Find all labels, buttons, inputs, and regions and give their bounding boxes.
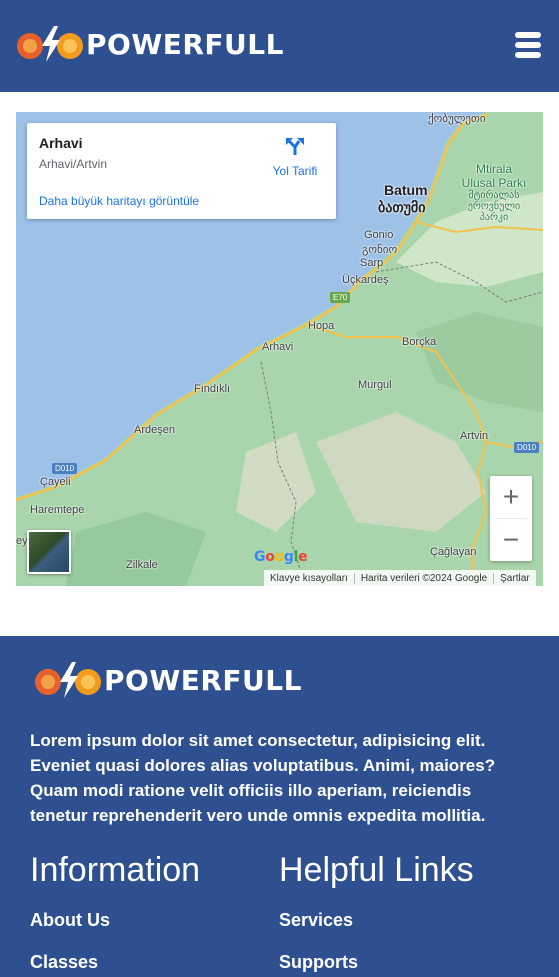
map-label-park-geo-1: მტირალას: [468, 190, 520, 201]
zoom-in-button[interactable]: +: [490, 476, 532, 518]
embedded-map[interactable]: ქობულეთი Batum ბათუმი Mtirala Ulusal Par…: [16, 112, 543, 586]
keyboard-shortcuts-link[interactable]: Klavye kısayolları: [264, 573, 354, 584]
terms-link[interactable]: Şartlar: [494, 573, 535, 584]
map-label-caglayan: Çağlayan: [430, 546, 477, 558]
map-label-gonio: Gonio: [364, 229, 394, 241]
map-label-batumi: Batum: [384, 182, 428, 198]
map-label-kobuleti: ქობულეთი: [428, 113, 486, 125]
map-label-murgul: Murgul: [358, 379, 392, 391]
road-badge-d010-right: D010: [514, 442, 540, 453]
map-label-uckardes: Üçkardeş: [342, 274, 389, 286]
footer-brand-name: POWERFULL: [104, 663, 302, 697]
map-label-findikli: Fındıklı: [194, 383, 231, 395]
footer-link-supports[interactable]: Supports: [279, 952, 358, 973]
map-label-arhavi: Arhavi: [262, 341, 294, 353]
map-label-park-geo-3: პარკი: [479, 212, 509, 223]
helpful-links-heading: Helpful Links: [279, 851, 474, 889]
footer-link-services[interactable]: Services: [279, 910, 353, 931]
hamburger-icon[interactable]: [515, 32, 541, 60]
map-label-haremtepe: Haremtepe: [30, 504, 85, 516]
footer-description: Lorem ipsum dolor sit amet consectetur, …: [30, 731, 496, 825]
satellite-toggle[interactable]: [27, 530, 71, 574]
map-label-batumi-geo: ბათუმი: [378, 199, 426, 215]
information-heading: Information: [30, 851, 201, 889]
place-subtitle: Arhavi/Artvin: [39, 157, 108, 171]
directions-label: Yol Tarifi: [272, 164, 318, 178]
directions-button[interactable]: Yol Tarifi: [263, 135, 327, 178]
map-data-text: Harita verileri ©2024 Google: [360, 572, 488, 584]
place-info-card: Arhavi Arhavi/Artvin Daha büyük haritayı…: [27, 123, 336, 219]
map-label-park: Mtirala Ulusal Parkı მტირალას ეროვნული პ…: [454, 162, 534, 223]
map-attribution: Klavye kısayolları Harita verileri ©2024…: [264, 570, 536, 586]
road-badge-e70: E70: [330, 292, 351, 303]
place-title: Arhavi: [39, 135, 83, 151]
map-label-gonio-geo: გონიო: [362, 244, 398, 256]
footer-brand-logo[interactable]: POWERFULL: [32, 660, 302, 700]
directions-icon: [286, 138, 304, 155]
map-label-zilkale: Zilkale: [126, 559, 158, 571]
brand-logo[interactable]: POWERFULL: [14, 24, 284, 64]
map-label-sarp: Sarp: [360, 257, 384, 269]
larger-map-link[interactable]: Daha büyük haritayı görüntüle: [39, 194, 199, 208]
map-label-park-geo-2: ეროვნული: [467, 201, 521, 212]
zoom-control: + −: [490, 476, 532, 561]
map-label-artvin: Artvin: [460, 430, 489, 442]
road-badge-d010-left: D010: [52, 463, 78, 474]
map-label-park-name: Mtirala: [475, 162, 512, 176]
zoom-out-button[interactable]: −: [490, 519, 532, 561]
map-label-park-type: Ulusal Parkı: [461, 176, 527, 190]
map-label-ardesen: Ardeşen: [134, 424, 175, 436]
footer-link-classes[interactable]: Classes: [30, 952, 98, 973]
map-label-hopa: Hopa: [308, 320, 335, 332]
footer-link-about-us[interactable]: About Us: [30, 910, 110, 931]
site-header: POWERFULL: [0, 0, 559, 92]
brand-name: POWERFULL: [86, 27, 284, 61]
map-label-borcka: Borçka: [402, 336, 437, 348]
map-label-cayeli: Çayeli: [40, 476, 71, 488]
google-logo: Google: [254, 549, 308, 565]
footer-logo-icon: [32, 660, 104, 700]
logo-icon: [14, 24, 86, 64]
site-footer: POWERFULL Lorem ipsum dolor sit amet con…: [0, 636, 559, 977]
